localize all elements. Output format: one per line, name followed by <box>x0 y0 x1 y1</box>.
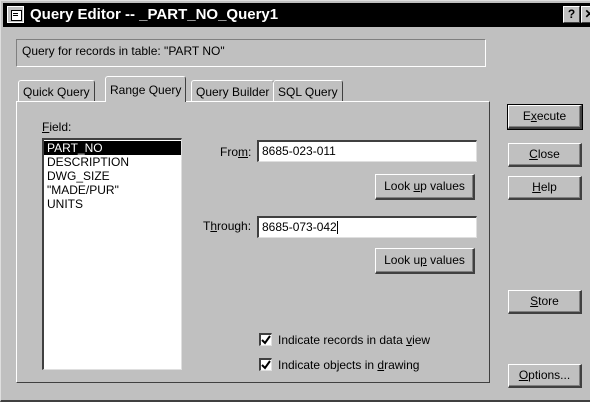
tab-label: Range Query <box>110 83 182 97</box>
text-caret <box>336 221 338 235</box>
query-editor-dialog: Query Editor -- _PART_NO_Query1 ? ✕ Quer… <box>0 0 590 402</box>
check-icon <box>261 360 271 370</box>
list-item[interactable]: DESCRIPTION <box>44 155 181 169</box>
list-item[interactable]: PART_NO <box>44 141 181 155</box>
from-input[interactable]: 8685-023-011 <box>257 140 477 162</box>
look-up-values-through-button[interactable]: Look up values <box>375 248 475 274</box>
indicate-data-view-label[interactable]: Indicate records in data view <box>278 333 430 347</box>
look-up-values-from-button[interactable]: Look up values <box>375 174 475 200</box>
list-item[interactable]: DWG_SIZE <box>44 169 181 183</box>
title-bar[interactable]: Query Editor -- _PART_NO_Query1 ? ✕ <box>3 3 590 27</box>
list-item[interactable]: UNITS <box>44 197 181 211</box>
field-label: Field: <box>42 120 72 134</box>
close-icon[interactable]: ✕ <box>581 6 590 23</box>
help-icon[interactable]: ? <box>563 6 580 23</box>
through-label: Through: <box>203 219 252 233</box>
tab-label: SQL Query <box>278 85 338 99</box>
tab-label: Query Builder <box>196 85 270 99</box>
table-info-text: Query for records in table: "PART NO" <box>22 44 225 58</box>
tab-query-builder[interactable]: Query Builder <box>191 80 275 102</box>
app-icon[interactable] <box>7 6 24 23</box>
store-button[interactable]: Store <box>508 290 582 314</box>
indicate-data-view-checkbox[interactable] <box>259 333 272 346</box>
check-icon <box>261 335 271 345</box>
through-input[interactable]: 8685-073-042 <box>257 216 477 238</box>
field-listbox[interactable]: PART_NO DESCRIPTION DWG_SIZE "MADE/PUR" … <box>42 138 182 370</box>
list-item[interactable]: "MADE/PUR" <box>44 183 181 197</box>
execute-button[interactable]: Execute <box>507 104 583 130</box>
tab-quick-query[interactable]: Quick Query <box>18 80 95 102</box>
tab-label: Quick Query <box>23 85 90 99</box>
tab-range-query[interactable]: Range Query <box>105 76 187 102</box>
indicate-drawing-label[interactable]: Indicate objects in drawing <box>278 358 419 372</box>
close-button[interactable]: Close <box>508 143 582 167</box>
table-info-bar: Query for records in table: "PART NO" <box>16 39 486 67</box>
from-label: From: <box>220 145 252 159</box>
help-button[interactable]: Help <box>508 176 582 200</box>
window-title: Query Editor -- _PART_NO_Query1 <box>30 6 279 23</box>
tab-sql-query[interactable]: SQL Query <box>273 80 343 102</box>
options-button[interactable]: Options... <box>508 364 582 388</box>
range-query-panel: Field: PART_NO DESCRIPTION DWG_SIZE "MAD… <box>16 101 490 383</box>
indicate-drawing-checkbox[interactable] <box>259 358 272 371</box>
